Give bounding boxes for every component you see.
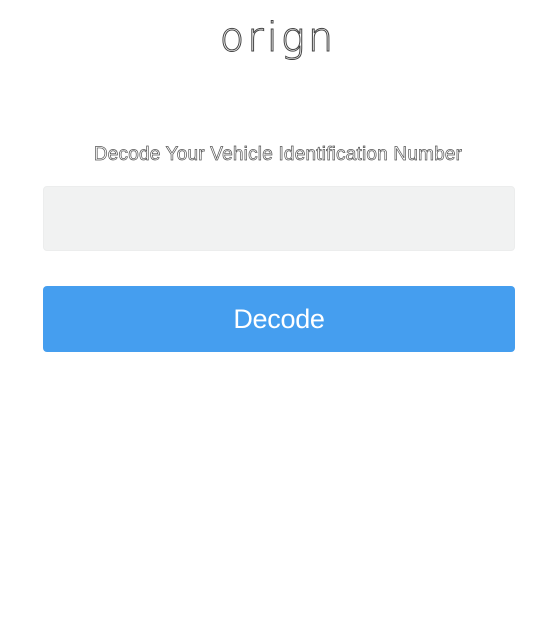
decode-button[interactable]: Decode <box>43 286 515 352</box>
vin-input[interactable] <box>43 186 515 251</box>
vin-decoder-page: orign Decode Your Vehicle Identification… <box>0 0 556 624</box>
orign-logo: orign <box>219 15 337 62</box>
page-heading: Decode Your Vehicle Identification Numbe… <box>93 144 463 166</box>
